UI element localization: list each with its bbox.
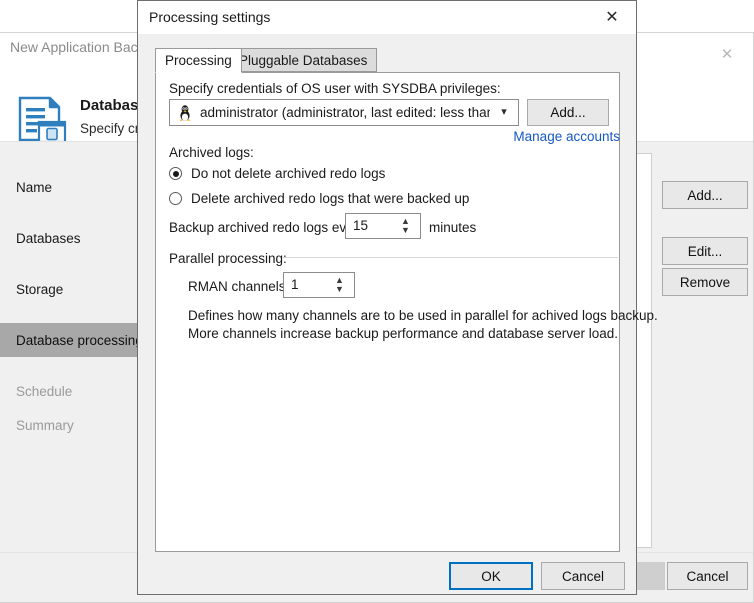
sidebar-item-database-processing[interactable]: Database processing bbox=[0, 323, 143, 357]
tab-processing[interactable]: Processing bbox=[155, 48, 242, 73]
close-icon[interactable]: ✕ bbox=[712, 41, 742, 67]
database-document-icon bbox=[14, 91, 70, 147]
chevron-down-icon[interactable]: ▾ bbox=[498, 106, 510, 118]
edit-button-label: Edit... bbox=[687, 243, 723, 259]
tab-strip: Processing Pluggable Databases bbox=[155, 48, 620, 73]
sidebar-item-name[interactable]: Name bbox=[0, 170, 137, 204]
sidebar-item-label: Storage bbox=[16, 281, 64, 297]
tab-pluggable-databases-label: Pluggable Databases bbox=[239, 52, 368, 68]
stepper-arrows-icon[interactable]: ▲ ▼ bbox=[333, 276, 346, 296]
sidebar-item-label: Databases bbox=[16, 230, 81, 246]
credentials-label: Specify credentials of OS user with SYSD… bbox=[169, 81, 501, 96]
stepper-arrows-icon[interactable]: ▲ ▼ bbox=[399, 217, 412, 237]
rman-channels-value: 1 bbox=[291, 277, 299, 292]
parallel-processing-description-line1: Defines how many channels are to be used… bbox=[188, 308, 658, 323]
dialog-title: Processing settings bbox=[149, 9, 271, 25]
sidebar-item-label: Summary bbox=[16, 417, 74, 433]
edit-button[interactable]: Edit... bbox=[662, 237, 748, 265]
ok-button[interactable]: OK bbox=[449, 562, 533, 590]
add-credentials-button[interactable]: Add... bbox=[527, 99, 609, 126]
backup-interval-stepper[interactable]: 15 ▲ ▼ bbox=[345, 213, 421, 239]
ok-button-label: OK bbox=[481, 568, 501, 584]
group-separator bbox=[283, 257, 618, 258]
sidebar-item-label: Name bbox=[16, 179, 53, 195]
sidebar-item-label: Database processing bbox=[16, 332, 143, 348]
stepper-down-icon[interactable]: ▼ bbox=[333, 285, 346, 294]
wizard-sidebar: Name Databases Storage Database processi… bbox=[0, 142, 143, 552]
sidebar-item-summary: Summary bbox=[0, 408, 137, 442]
manage-accounts-link[interactable]: Manage accounts bbox=[426, 129, 620, 144]
parallel-processing-group-label: Parallel processing: bbox=[169, 251, 287, 266]
close-icon[interactable]: ✕ bbox=[592, 3, 632, 32]
sidebar-item-storage[interactable]: Storage bbox=[0, 272, 137, 306]
backup-interval-unit-label: minutes bbox=[429, 220, 477, 235]
radio-delete-archived-logs[interactable]: Delete archived redo logs that were back… bbox=[169, 191, 469, 206]
radio-do-not-delete-archived-logs[interactable]: Do not delete archived redo logs bbox=[169, 166, 385, 181]
backup-interval-label: Backup archived redo logs every: bbox=[169, 220, 369, 235]
remove-button[interactable]: Remove bbox=[662, 268, 748, 296]
add-button-label: Add... bbox=[687, 187, 723, 203]
wizard-cancel-label: Cancel bbox=[686, 568, 729, 584]
credentials-combobox[interactable]: administrator (administrator, last edite… bbox=[169, 99, 519, 126]
remove-button-label: Remove bbox=[679, 274, 731, 290]
rman-channels-stepper[interactable]: 1 ▲ ▼ bbox=[283, 272, 355, 298]
add-button[interactable]: Add... bbox=[662, 181, 748, 209]
tab-processing-label: Processing bbox=[165, 53, 232, 68]
processing-settings-dialog: Processing settings ✕ Processing Pluggab… bbox=[137, 0, 658, 595]
wizard-cancel-button[interactable]: Cancel bbox=[667, 562, 748, 590]
backup-interval-value: 15 bbox=[353, 218, 369, 233]
radio-delete-label: Delete archived redo logs that were back… bbox=[191, 191, 470, 206]
sidebar-item-databases[interactable]: Databases bbox=[0, 221, 137, 255]
cancel-button[interactable]: Cancel bbox=[541, 562, 625, 590]
radio-button-icon bbox=[169, 167, 182, 180]
linux-penguin-icon bbox=[176, 104, 194, 122]
tab-pluggable-databases[interactable]: Pluggable Databases bbox=[229, 48, 378, 72]
credentials-selected-value: administrator (administrator, last edite… bbox=[200, 105, 490, 120]
stepper-down-icon[interactable]: ▼ bbox=[399, 226, 412, 235]
add-credentials-label: Add... bbox=[550, 105, 586, 120]
radio-do-not-delete-label: Do not delete archived redo logs bbox=[191, 166, 386, 181]
archived-logs-group-label: Archived logs: bbox=[169, 145, 254, 160]
sidebar-item-schedule: Schedule bbox=[0, 374, 137, 408]
cancel-button-label: Cancel bbox=[561, 568, 605, 584]
dialog-titlebar: Processing settings ✕ bbox=[138, 1, 636, 34]
parallel-processing-description-line2: More channels increase backup performanc… bbox=[188, 326, 619, 341]
sidebar-item-label: Schedule bbox=[16, 383, 73, 399]
rman-channels-label: RMAN channels: bbox=[188, 279, 290, 294]
radio-button-icon bbox=[169, 192, 182, 205]
